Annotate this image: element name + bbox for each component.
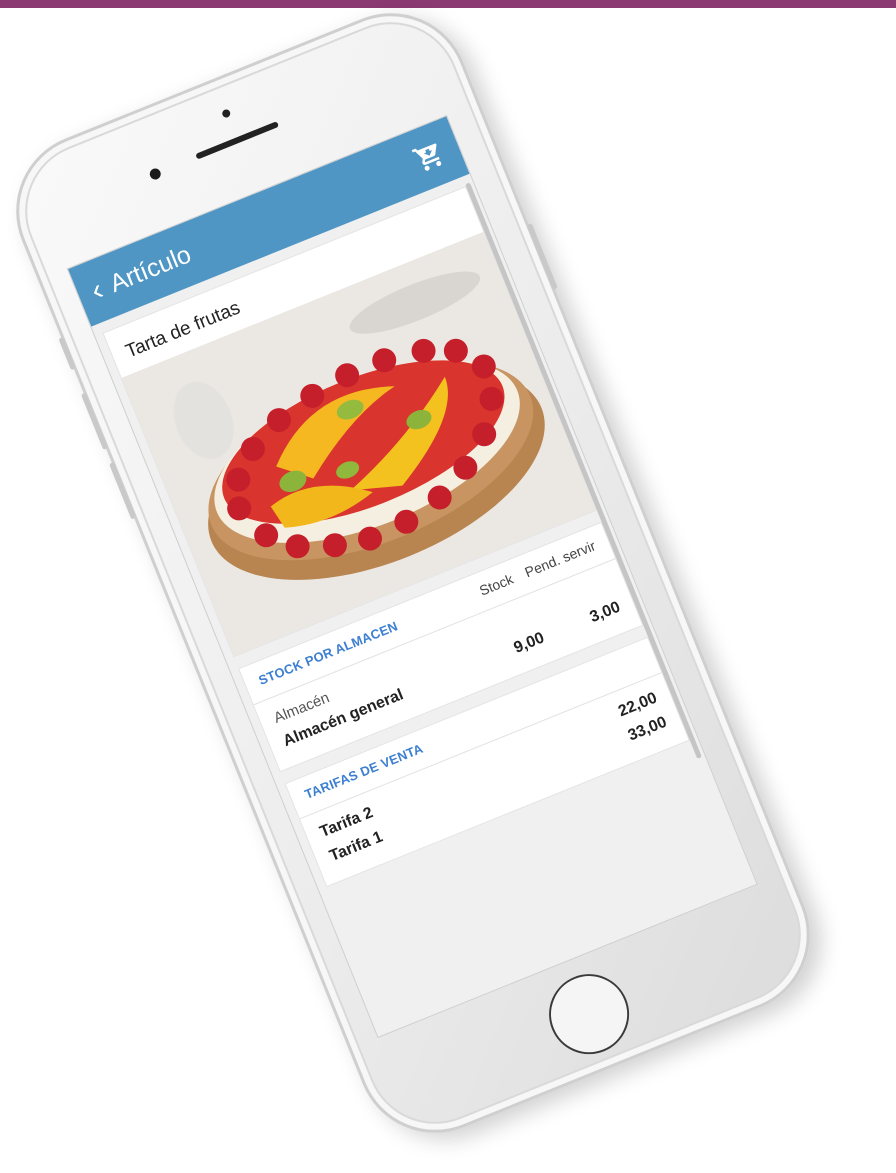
phone-screen: ‹ Artículo Tarta de frutas STOCK POR ALM… xyxy=(66,114,758,1039)
stage: ‹ Artículo Tarta de frutas STOCK POR ALM… xyxy=(0,0,896,1173)
earpiece-speaker xyxy=(195,121,280,160)
page-title: Artículo xyxy=(105,239,195,298)
power-button xyxy=(526,223,558,290)
front-camera xyxy=(148,166,163,182)
home-button[interactable] xyxy=(537,962,642,1067)
shopping-cart-icon[interactable] xyxy=(410,137,449,176)
stock-column-header: Stock xyxy=(476,570,516,599)
mute-switch xyxy=(58,336,76,371)
proximity-sensor xyxy=(221,108,232,119)
pending-column-header: Pend. servir xyxy=(522,537,598,581)
volume-down-button xyxy=(109,462,137,520)
volume-up-button xyxy=(80,392,109,451)
chevron-left-icon[interactable]: ‹ xyxy=(86,273,108,307)
table-row[interactable]: Tarifa 1 33,00 xyxy=(326,710,671,870)
phone-frame: ‹ Artículo Tarta de frutas STOCK POR ALM… xyxy=(0,0,834,1157)
